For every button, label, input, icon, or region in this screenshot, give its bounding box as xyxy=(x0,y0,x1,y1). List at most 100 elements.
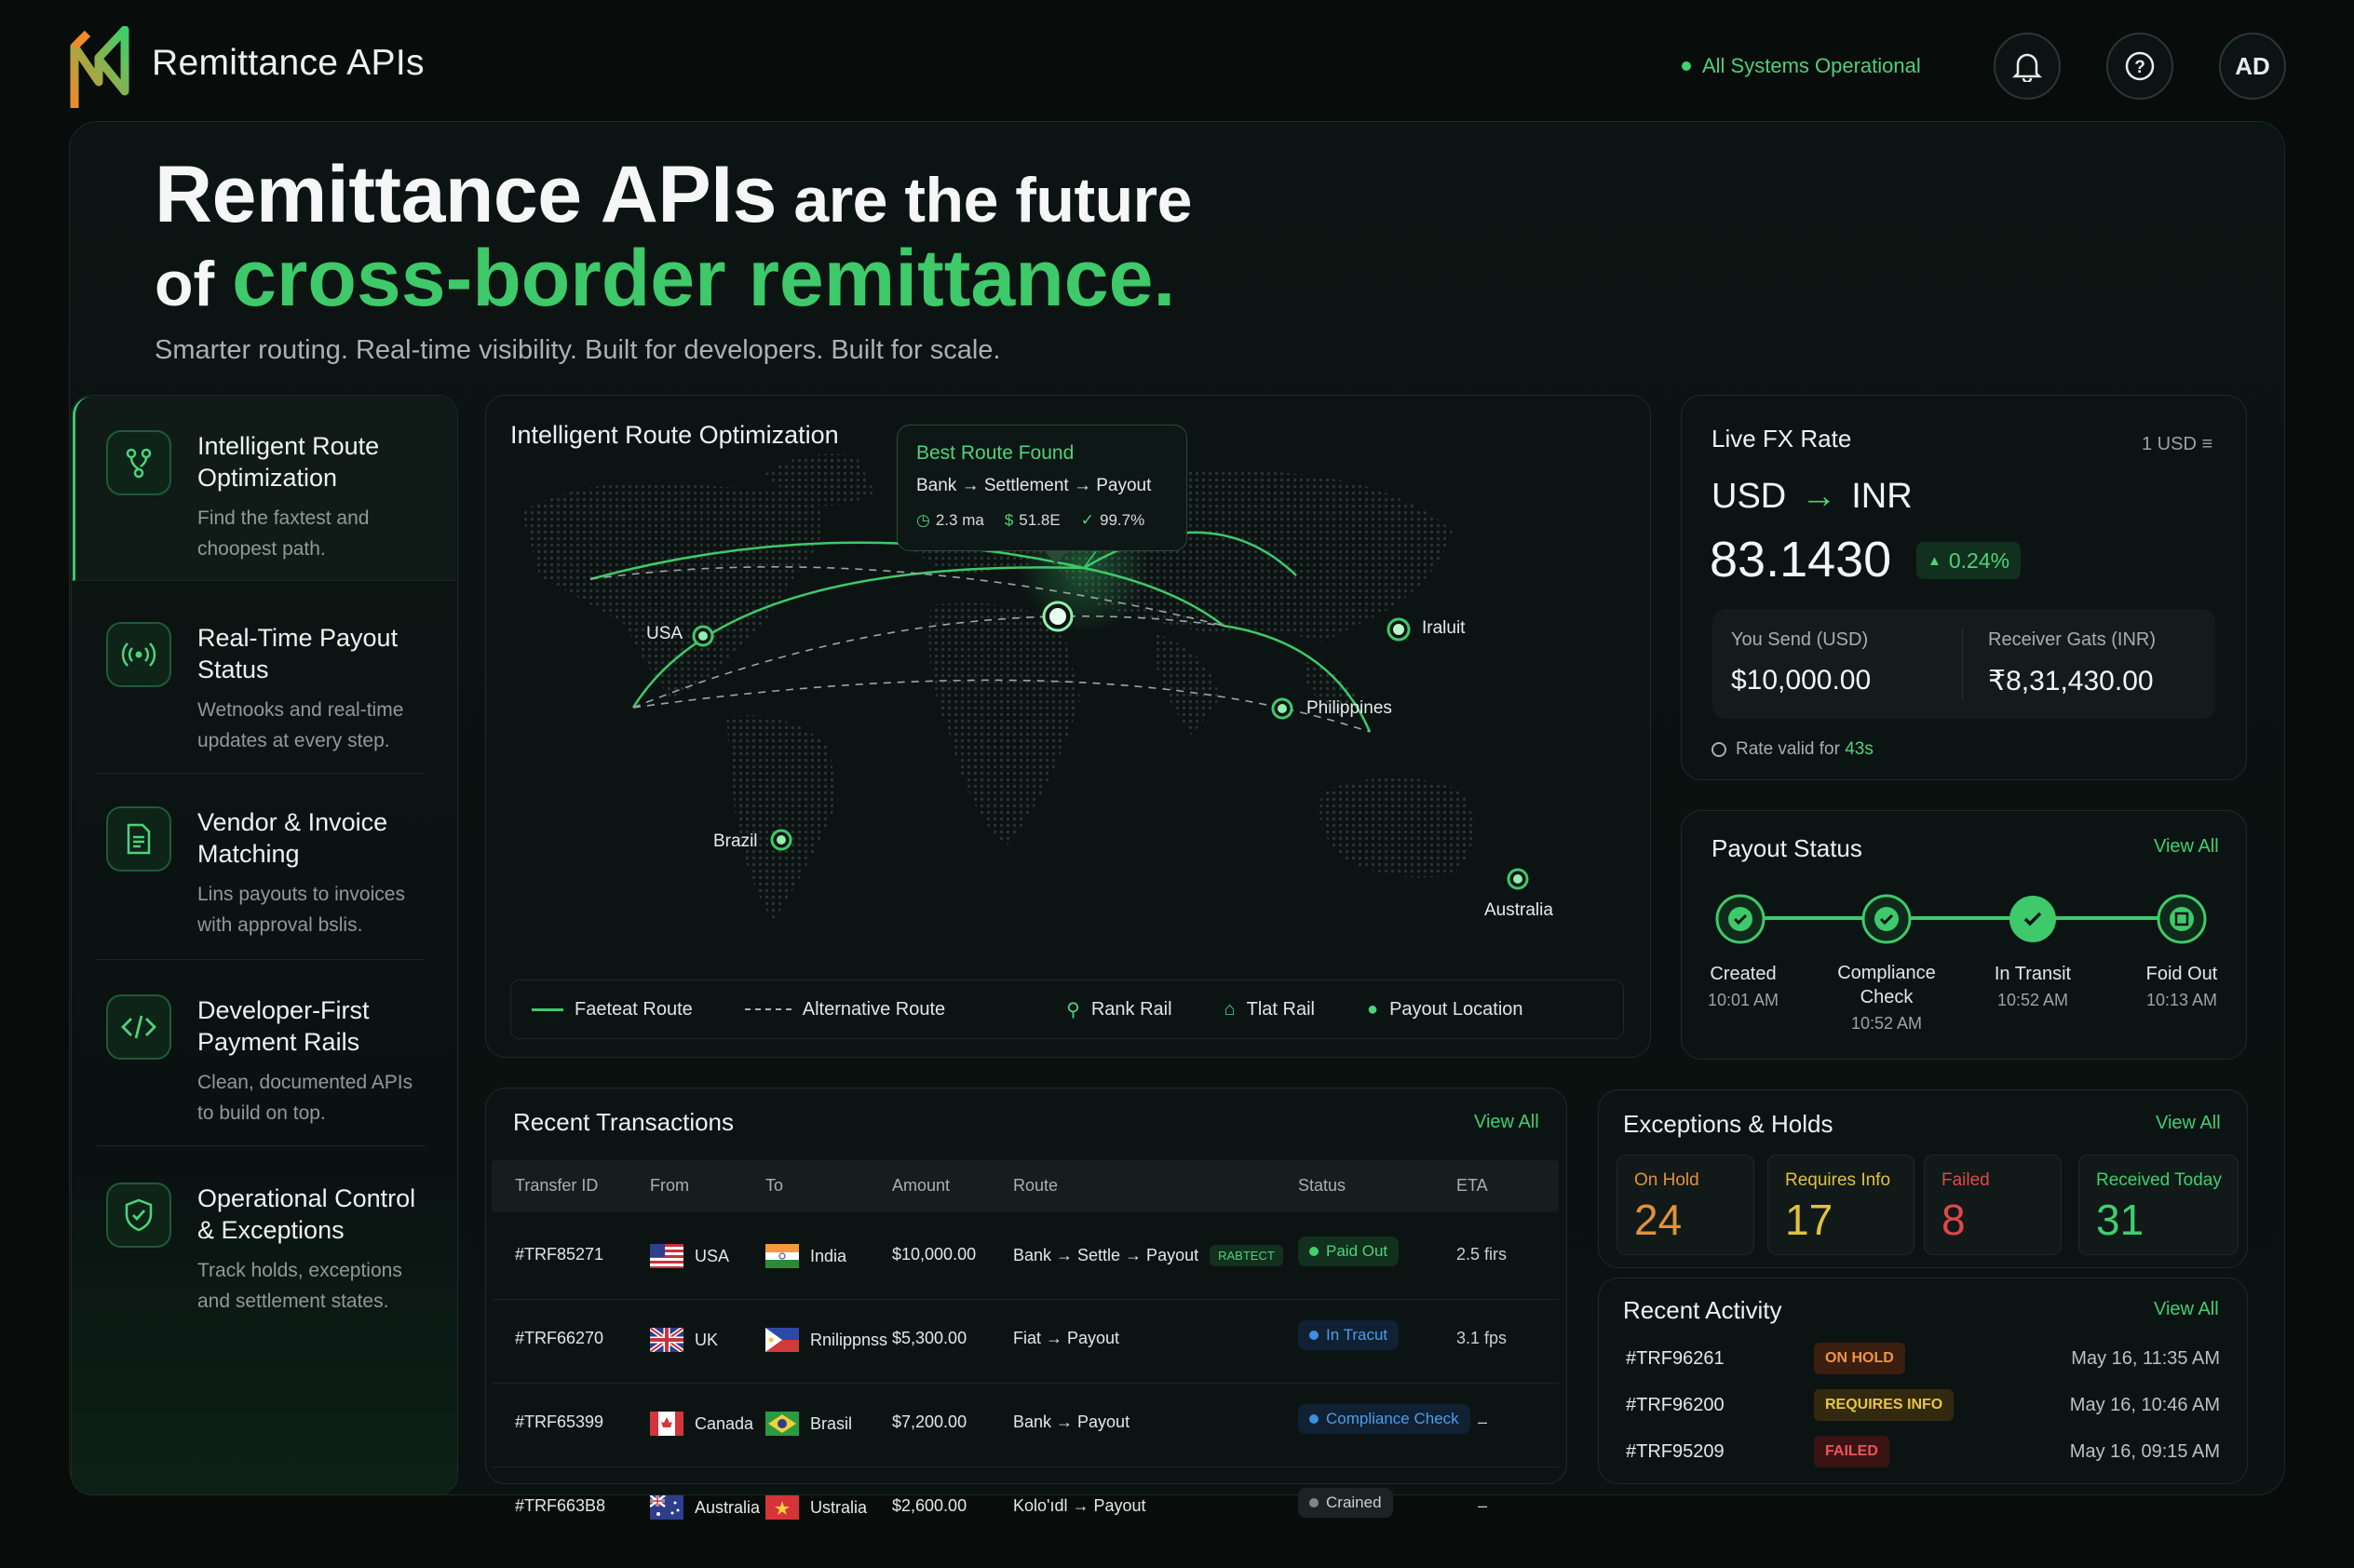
tooltip-time: ◷ 2.3 ma xyxy=(916,511,984,529)
table-row[interactable]: #TRF65399 Canada Brasil $7,200.00 Bank → Pay… xyxy=(492,1384,1559,1467)
marker-usa[interactable] xyxy=(692,625,714,652)
help-icon: ? xyxy=(2125,51,2155,81)
status-badge: In Tracut xyxy=(1298,1320,1400,1350)
feature-item-invoice[interactable]: Vendor & Invoice Matching Lins payouts to… xyxy=(74,806,454,940)
from-country: UK xyxy=(695,1330,719,1349)
bank-icon: ⌂ xyxy=(1224,998,1236,1020)
cell-transfer-id[interactable]: #TRF663B8 xyxy=(515,1496,605,1516)
hero-bold-text: Remittance APIs xyxy=(155,150,778,239)
legend-tlat-rail: ⌂ Tlat Rail xyxy=(1224,999,1315,1021)
cell-amount: $2,600.00 xyxy=(892,1496,967,1515)
table-row[interactable]: #TRF663B8 Australia Ustralia $2,600.00 Kolo'… xyxy=(492,1467,1559,1551)
exceptions-view-all-link[interactable]: View All xyxy=(2156,1113,2221,1134)
from-country: Australia xyxy=(695,1497,761,1517)
cell-amount: $7,200.00 xyxy=(892,1413,967,1431)
feature-item-payout-status[interactable]: Real-Time Payout Status Wetnooks and real… xyxy=(74,622,454,756)
table-row[interactable]: #TRF66270 UK Rnilippnss $5,300.00 Fiat → Pay… xyxy=(492,1300,1559,1384)
cell-transfer-id[interactable]: #TRF66270 xyxy=(515,1329,603,1348)
cell-transfer-id[interactable]: #TRF85271 xyxy=(515,1245,603,1264)
marker-philippines[interactable] xyxy=(1271,697,1293,724)
column-header[interactable]: Status xyxy=(1298,1176,1346,1196)
legend-label: Alternative Route xyxy=(802,998,946,1020)
marker-brazil[interactable] xyxy=(770,829,792,856)
status-badge: Crained xyxy=(1298,1488,1393,1518)
activity-view-all-link[interactable]: View All xyxy=(2154,1299,2219,1320)
exception-card[interactable]: Failed 8 xyxy=(1924,1155,2062,1255)
tooltip-success: ✓ 99.7% xyxy=(1080,511,1145,529)
status-text: Compliance Check xyxy=(1326,1410,1459,1427)
ph-flag-icon xyxy=(765,1328,799,1352)
cell-to: Ustralia xyxy=(765,1495,867,1520)
help-button[interactable]: ? xyxy=(2106,33,2173,100)
payout-view-all-link[interactable]: View All xyxy=(2154,836,2219,858)
cell-eta: – xyxy=(1478,1496,1488,1515)
exception-card[interactable]: Requires Info 17 xyxy=(1767,1155,1914,1255)
feature-title: Real-Time Payout Status xyxy=(197,624,399,683)
cell-route: Fiat → Payout xyxy=(1013,1329,1119,1348)
au-flag-icon xyxy=(650,1495,683,1520)
activity-item[interactable]: #TRF95209 FAILED May 16, 09:15 AM xyxy=(1624,1430,2220,1471)
column-header[interactable]: To xyxy=(765,1176,783,1196)
exception-card[interactable]: On Hold 24 xyxy=(1617,1155,1754,1255)
status-dot-icon xyxy=(1309,1247,1319,1256)
user-avatar-button[interactable]: AD xyxy=(2219,33,2286,100)
activity-transfer-id[interactable]: #TRF96200 xyxy=(1626,1395,1725,1416)
cell-route: Kolo'ıdl → Payout xyxy=(1013,1496,1146,1516)
feature-item-developer[interactable]: Developer-First Payment Rails Clean, docu… xyxy=(74,994,454,1129)
feature-item-route[interactable]: Intelligent Route Optimization Find the f… xyxy=(74,430,454,564)
map-title: Intelligent Route Optimization xyxy=(510,421,839,449)
cell-to: Brasil xyxy=(765,1412,852,1436)
activity-transfer-id[interactable]: #TRF95209 xyxy=(1626,1441,1725,1463)
column-header[interactable]: ETA xyxy=(1456,1176,1488,1196)
marker-hub[interactable] xyxy=(1041,600,1075,638)
dollar-icon: $ xyxy=(1004,511,1014,529)
notifications-button[interactable] xyxy=(1994,33,2061,100)
send-value[interactable]: $10,000.00 xyxy=(1731,665,1871,696)
broadcast-icon xyxy=(106,622,171,687)
hero-prefix-text: of xyxy=(155,249,233,319)
city-label-australia: Australia xyxy=(1484,900,1553,920)
activity-item[interactable]: #TRF96200 REQUIRES INFO May 16, 10:46 AM xyxy=(1624,1384,2220,1425)
validity-label: Rate valid for xyxy=(1736,739,1846,759)
activity-item[interactable]: #TRF96261 ON HOLD May 16, 11:35 AM xyxy=(1624,1337,2220,1378)
feature-item-operational[interactable]: Operational Control & Exceptions Track ho… xyxy=(74,1183,454,1317)
column-header[interactable]: Route xyxy=(1013,1176,1058,1196)
legend-label: Rank Rail xyxy=(1090,998,1172,1020)
step-paid-out: Foid Out 10:13 AM xyxy=(2135,961,2228,1013)
city-label-philippines: Philippines xyxy=(1306,698,1392,718)
cell-from: USA xyxy=(650,1244,729,1268)
fx-to: INR xyxy=(1851,477,1913,516)
in-flag-icon xyxy=(765,1244,799,1268)
city-label-iran: Iraluit xyxy=(1422,618,1466,638)
activity-transfer-id[interactable]: #TRF96261 xyxy=(1626,1348,1725,1370)
table-row[interactable]: #TRF85271 USA India $10,000.00 Bank → Settle… xyxy=(492,1216,1559,1300)
tooltip-cost: $51.8E xyxy=(1004,511,1061,529)
rail-icon: ⚲ xyxy=(1066,999,1080,1021)
column-header[interactable]: Amount xyxy=(892,1176,950,1196)
column-header[interactable]: Transfer ID xyxy=(515,1176,598,1196)
status-text: In Tracut xyxy=(1326,1326,1388,1344)
cell-from: Australia xyxy=(650,1495,760,1520)
exception-label: On Hold xyxy=(1634,1170,1699,1190)
from-country: USA xyxy=(695,1246,730,1265)
transactions-view-all-link[interactable]: View All xyxy=(1474,1112,1539,1133)
column-header[interactable]: From xyxy=(650,1176,689,1196)
cell-transfer-id[interactable]: #TRF65399 xyxy=(515,1413,603,1432)
document-icon xyxy=(106,806,171,872)
fx-rate-value: 83.1430 xyxy=(1710,532,1892,588)
triangle-up-icon: ▲ xyxy=(1928,552,1941,569)
divider xyxy=(1962,628,1963,700)
step-transit-icon xyxy=(2008,894,2058,949)
marker-iran[interactable] xyxy=(1387,617,1411,646)
step-paid-out-icon xyxy=(2157,894,2207,949)
exception-card[interactable]: Received Today 31 xyxy=(2078,1155,2239,1255)
cell-route: Bank → Settle → Payout RABTECT xyxy=(1013,1245,1283,1266)
activity-status-badge: REQUIRES INFO xyxy=(1814,1389,1955,1421)
payout-title: Payout Status xyxy=(1711,834,1862,862)
fx-from: USD xyxy=(1711,477,1787,516)
dashed-line-icon xyxy=(744,1008,791,1010)
exception-count: 24 xyxy=(1634,1196,1683,1244)
marker-australia[interactable] xyxy=(1507,868,1529,895)
payout-progress-line xyxy=(1743,916,2181,920)
to-country: Brasil xyxy=(810,1413,853,1433)
